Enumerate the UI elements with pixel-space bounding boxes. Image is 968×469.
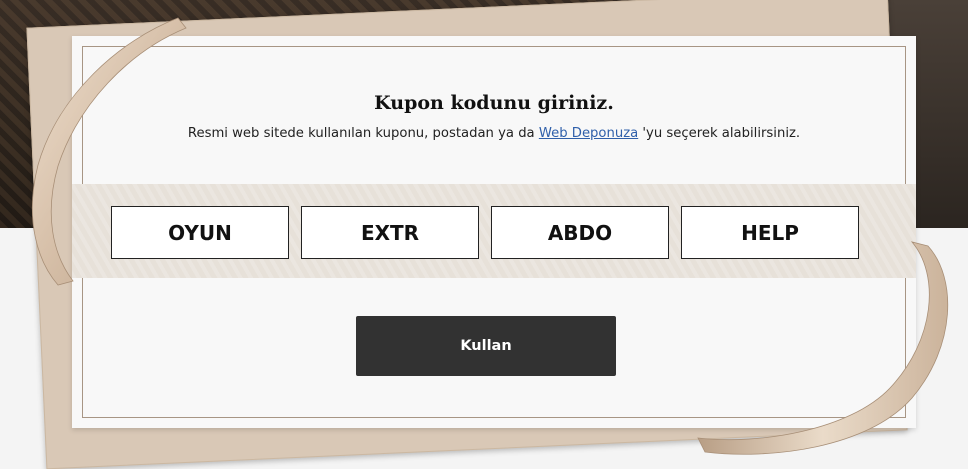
- coupon-card: Kupon kodunu giriniz. Resmi web sitede k…: [72, 36, 916, 428]
- coupon-code-band: OYUN EXTR ABDO HELP: [72, 184, 916, 278]
- web-depot-link[interactable]: Web Deponuza: [539, 126, 638, 141]
- coupon-code-field-3[interactable]: ABDO: [491, 206, 669, 259]
- coupon-code-field-2[interactable]: EXTR: [301, 206, 479, 259]
- coupon-code-field-4[interactable]: HELP: [681, 206, 859, 259]
- coupon-title: Kupon kodunu giriniz.: [374, 92, 614, 114]
- subtitle-text-after: 'yu seçerek alabilirsiniz.: [638, 126, 801, 141]
- coupon-subtitle: Resmi web sitede kullanılan kuponu, post…: [72, 126, 916, 141]
- subtitle-text-before: Resmi web sitede kullanılan kuponu, post…: [187, 126, 539, 141]
- coupon-code-field-1[interactable]: OYUN: [111, 206, 289, 259]
- redeem-button[interactable]: Kullan: [356, 316, 616, 376]
